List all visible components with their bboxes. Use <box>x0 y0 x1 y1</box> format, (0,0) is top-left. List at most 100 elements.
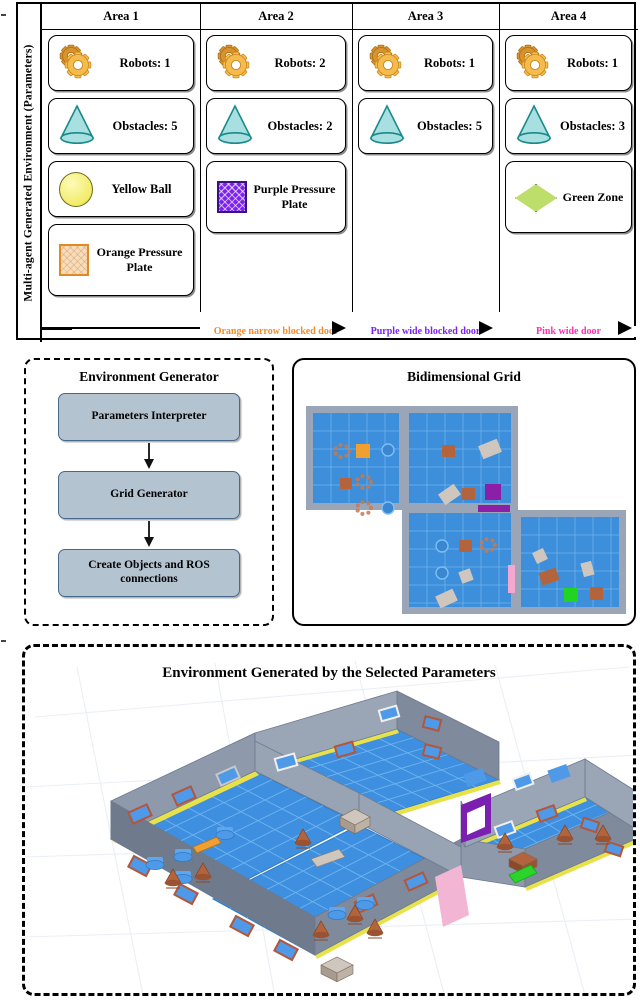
orange-pressure-plate-icon <box>59 244 89 276</box>
generator-flow: Parameters Interpreter Grid Generator Crea… <box>26 393 272 597</box>
column-divider <box>499 4 500 312</box>
bidimensional-grid-title: Bidimensional Grid <box>407 369 521 384</box>
area-column-header: Area 2 <box>200 4 352 30</box>
grid-object <box>462 488 475 500</box>
flow-arrow <box>142 443 156 469</box>
door-arrow-1 <box>332 320 346 335</box>
parameter-card-label: Robots: 1 <box>119 56 171 70</box>
yellow-ball-icon <box>59 171 93 207</box>
grid-robot <box>381 443 395 457</box>
green-zone-icon <box>512 182 558 212</box>
grid-object <box>590 587 603 600</box>
bidimensional-grid-image <box>302 390 630 618</box>
area-column-body: Robots: 1 Obstacles: 5 <box>352 30 499 312</box>
parameter-card-label: Obstacles: 2 <box>267 119 333 133</box>
parameter-card[interactable]: Robots: 1 <box>358 35 493 91</box>
parameters-table: Multi-agent Generated Environment (Param… <box>16 2 638 342</box>
section-vertical-label-text: Multi-agent Generated Environment (Param… <box>23 44 36 302</box>
area-columns: Area 1 Robots: 1 Obstacles: 5 Yellow Ball Or… <box>42 4 638 338</box>
parameter-card-icon <box>49 171 93 207</box>
parameter-card-label: Obstacles: 5 <box>112 119 178 133</box>
gear-icon <box>511 41 557 85</box>
parameters-section: Multi-agent Generated Environment (Param… <box>16 2 638 342</box>
green-zone-marker <box>564 588 578 602</box>
door-arrow-3 <box>618 320 632 335</box>
environment-generator-title: Environment Generator <box>79 369 219 384</box>
grid-robot <box>381 501 395 515</box>
parameter-card[interactable]: Obstacles: 5 <box>358 98 493 154</box>
grid-robot <box>435 539 449 553</box>
parameter-card-label: Robots: 1 <box>423 56 476 70</box>
parameter-card-label: Orange Pressure Plate <box>96 245 183 274</box>
pink-door-marker <box>508 565 515 593</box>
edge-tick <box>1 14 6 16</box>
door-label-1: Orange narrow blocked door <box>200 326 352 337</box>
sim-robot <box>327 907 347 920</box>
area-column-4: Area 4 Robots: 1 Obstacles: 3 Green Zone <box>499 4 638 338</box>
area-column-header: Area 4 <box>499 4 638 30</box>
flow-step-1[interactable]: Parameters Interpreter <box>58 393 240 441</box>
parameter-card[interactable]: Green Zone <box>505 161 632 233</box>
parameter-card-label: Purple Pressure Plate <box>253 182 336 211</box>
parameter-card[interactable]: Robots: 2 <box>206 35 346 91</box>
orange-pressure-plate-marker <box>356 444 370 458</box>
grid-object <box>442 445 455 457</box>
gear-icon <box>54 41 100 85</box>
parameter-card-icon <box>207 181 247 213</box>
parameter-card-icon <box>49 103 100 149</box>
parameter-card-icon <box>506 182 558 212</box>
green-zone-diamond <box>515 184 557 212</box>
flow-step-2[interactable]: Grid Generator <box>58 471 240 519</box>
sim-robot <box>145 857 165 870</box>
parameter-card-label: Robots: 2 <box>274 56 326 70</box>
parameter-card[interactable]: Yellow Ball <box>48 161 194 217</box>
sim-robot <box>355 897 375 910</box>
door-label-2: Purple wide blocked door <box>352 326 499 337</box>
grid-svg <box>306 406 626 614</box>
grid-object <box>340 478 352 489</box>
parameter-card-icon <box>506 41 557 85</box>
purple-pressure-plate-icon <box>217 181 247 213</box>
area-column-body: Robots: 1 Obstacles: 3 Green Zone <box>499 30 638 312</box>
grid-robot <box>435 566 449 580</box>
parameter-card[interactable]: Purple Pressure Plate <box>206 161 346 233</box>
parameter-card[interactable]: Obstacles: 3 <box>505 98 632 154</box>
parameter-card[interactable]: Obstacles: 5 <box>48 98 194 154</box>
parameter-card[interactable]: Obstacles: 2 <box>206 98 346 154</box>
parameter-card-label: Green Zone <box>562 189 624 204</box>
parameter-card-label: Obstacles: 5 <box>417 119 482 133</box>
purple-door-marker <box>478 505 510 512</box>
area-column-1: Area 1 Robots: 1 Obstacles: 5 Yellow Ball Or… <box>42 4 200 338</box>
purple-pressure-plate-marker <box>485 484 501 500</box>
bidimensional-grid-panel: Bidimensional Grid <box>292 358 636 626</box>
cone-icon <box>511 103 557 149</box>
cone-icon <box>364 103 410 149</box>
parameter-card-icon <box>359 103 410 149</box>
area-column-body: Robots: 2 Obstacles: 2 Purple Pressure Pla… <box>200 30 352 312</box>
area-column-2: Area 2 Robots: 2 Obstacles: 2 Purple Pressu… <box>200 4 352 338</box>
parameter-card-label: Obstacles: 3 <box>560 119 625 133</box>
sim-robot <box>173 849 193 862</box>
parameter-card-label: Robots: 1 <box>566 56 619 70</box>
grid-object <box>459 540 472 552</box>
cone-icon <box>212 103 258 149</box>
door-connections-strip: Orange narrow blocked door Purple wide bl… <box>42 312 638 338</box>
gear-icon <box>212 41 258 85</box>
simulation-svg <box>25 660 633 993</box>
parameter-card-icon <box>49 244 89 276</box>
sim-robot <box>215 827 235 840</box>
flow-arrow <box>142 521 156 547</box>
gear-icon <box>364 41 410 85</box>
parameter-card-icon <box>49 41 100 85</box>
section-vertical-label: Multi-agent Generated Environment (Param… <box>18 4 42 342</box>
flow-step-3[interactable]: Create Objects and ROS connections <box>58 549 240 597</box>
parameter-card[interactable]: Robots: 1 <box>48 35 194 91</box>
simulation-image <box>25 647 633 993</box>
area-column-header: Area 3 <box>352 4 499 30</box>
parameter-card[interactable]: Orange Pressure Plate <box>48 224 194 296</box>
area-column-header: Area 1 <box>42 4 200 30</box>
parameter-card-label: Yellow Ball <box>111 182 172 196</box>
cone-icon <box>54 103 100 149</box>
parameter-card[interactable]: Robots: 1 <box>505 35 632 91</box>
column-divider <box>200 4 201 312</box>
